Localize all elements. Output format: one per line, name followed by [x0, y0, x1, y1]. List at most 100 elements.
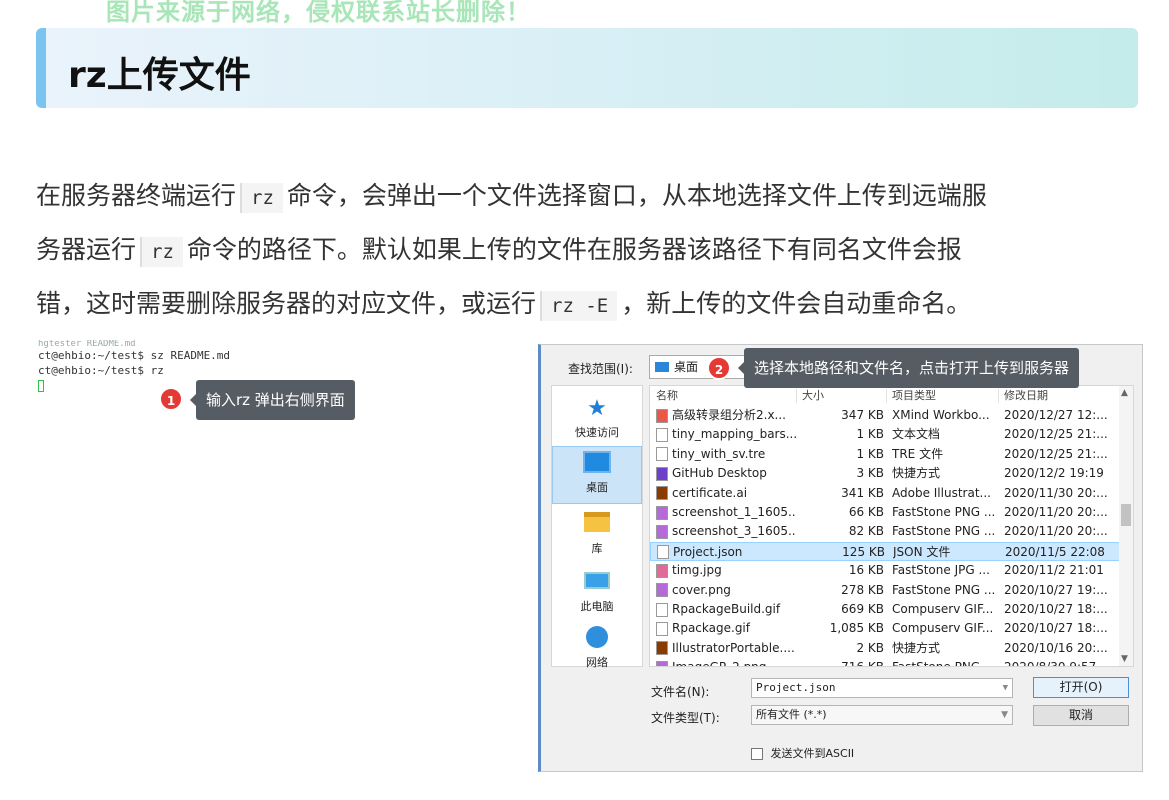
network-icon: [583, 626, 611, 652]
file-name-text: 高级转录组分析2.x...: [672, 408, 786, 422]
file-name: GitHub Desktop: [656, 464, 796, 483]
file-row[interactable]: tiny_with_sv.tre 1 KB TRE 文件 2020/12/25 21:…: [650, 445, 1120, 464]
file-name: Project.json: [657, 543, 797, 562]
place-network[interactable]: 网络: [552, 622, 642, 674]
file-row[interactable]: IllustratorPortable.... 2 KB 快捷方式 2020/10/1…: [650, 639, 1120, 658]
file-row[interactable]: RpackageBuild.gif 669 KB Compuserv GIF... 2…: [650, 600, 1120, 619]
look-in-label: 查找范围(I):: [568, 362, 633, 376]
file-row[interactable]: Rpackage.gif 1,085 KB Compuserv GIF... 2020…: [650, 619, 1120, 638]
file-name: RpackageBuild.gif: [656, 600, 796, 619]
step-badge-2: 2: [707, 356, 731, 380]
file-name: timg.jpg: [656, 561, 796, 580]
place-quick-access[interactable]: ★ 快速访问: [552, 392, 642, 444]
file-name-text: GitHub Desktop: [672, 466, 767, 481]
paragraph-line-1: 在服务器终端运行 rz 命令，会弹出一个文件选择窗口，从本地选择文件上传到远端服: [36, 170, 1148, 224]
place-label: 网络: [586, 656, 608, 669]
file-open-dialog: 查找范围(I): 桌面 ★ 快速访问 桌面 库 此电脑 网络 名称 大小 项目类…: [538, 344, 1143, 772]
file-name-text: screenshot_1_1605...: [672, 505, 796, 519]
file-row[interactable]: tiny_mapping_bars... 1 KB 文本文档 2020/12/25 2…: [650, 425, 1120, 444]
file-name: ImageGP_2.png: [656, 658, 796, 666]
file-size: 1,085 KB: [829, 621, 884, 636]
watermark-text: 图片来源于网络，侵权联系站长删除！: [106, 0, 531, 26]
file-row[interactable]: cover.png 278 KB FastStone PNG ... 2020/10/…: [650, 581, 1120, 600]
file-size: 278 KB: [841, 582, 884, 597]
desktop-icon: [655, 362, 669, 372]
terminal-line: hgtester README.md: [38, 340, 136, 348]
file-date: 2020/10/27 18:...: [1004, 621, 1108, 636]
computer-icon: [583, 570, 611, 596]
file-name-label: 文件名(N):: [651, 685, 710, 699]
file-row[interactable]: ImageGP_2.png 716 KB FastStone PNG 2020/8/3…: [650, 658, 1120, 666]
chevron-down-icon[interactable]: ▼: [1003, 679, 1008, 697]
chevron-down-icon[interactable]: ▼: [1001, 706, 1008, 724]
file-type: JSON 文件: [893, 544, 951, 559]
file-type: FastStone PNG ...: [892, 524, 996, 539]
scroll-down-icon[interactable]: ▼: [1121, 654, 1128, 664]
section-title: rz上传文件: [68, 55, 251, 96]
file-list-scrollbar[interactable]: ▲ ▼: [1119, 386, 1133, 666]
file-icon: [656, 427, 668, 442]
terminal-line: ct@ehbio:~/test$ sz README.md: [38, 349, 231, 362]
place-library[interactable]: 库: [552, 508, 642, 560]
file-type: FastStone PNG ...: [892, 505, 996, 519]
file-date: 2020/12/25 21:...: [1004, 427, 1108, 442]
file-row[interactable]: screenshot_3_1605... 82 KB FastStone PNG .…: [650, 522, 1120, 541]
place-desktop[interactable]: 桌面: [552, 446, 642, 504]
file-row[interactable]: timg.jpg 16 KB FastStone JPG ... 2020/11/2 …: [650, 561, 1120, 580]
file-row[interactable]: screenshot_1_1605... 66 KB FastStone PNG .…: [650, 503, 1120, 522]
file-type: FastStone PNG ...: [892, 582, 996, 597]
file-name-text: IllustratorPortable....: [672, 640, 795, 655]
file-icon: [656, 583, 668, 598]
file-icon: [656, 660, 668, 666]
file-row[interactable]: 高级转录组分析2.x... 347 KB XMind Workbo... 2020/1…: [650, 406, 1120, 425]
file-size: 125 KB: [842, 544, 885, 559]
file-date: 2020/11/5 22:08: [1005, 544, 1105, 559]
step-tip-2: 选择本地路径和文件名，点击打开上传到服务器: [737, 348, 1080, 388]
file-row[interactable]: Project.json 125 KB JSON 文件 2020/11/5 22:08: [650, 541, 1120, 562]
file-name-text: certificate.ai: [672, 485, 748, 500]
file-size: 669 KB: [841, 602, 884, 616]
column-header-type[interactable]: 项目类型: [892, 386, 936, 406]
column-header-size[interactable]: 大小: [802, 386, 890, 406]
file-name-value: Project.json: [756, 681, 836, 694]
file-name-input[interactable]: Project.json ▼: [751, 678, 1013, 698]
step-tip-1: 输入rz 弹出右侧界面: [190, 380, 355, 420]
file-name-text: Rpackage.gif: [672, 621, 750, 636]
file-list-header: 名称 大小 项目类型 修改日期: [650, 386, 1133, 406]
file-date: 2020/11/30 20:...: [1004, 485, 1108, 500]
paragraph-line-3: 错，这时需要删除服务器的对应文件，或运行 rz -E ，新上传的文件会自动重命名。: [36, 278, 1148, 332]
inline-code: rz -E: [540, 291, 618, 321]
text-span: 命令，会弹出一个文件选择窗口，从本地选择文件上传到远端服: [286, 181, 987, 210]
file-size: 1 KB: [856, 427, 884, 442]
file-size: 66 KB: [848, 505, 884, 519]
open-button[interactable]: 打开(O): [1033, 677, 1129, 698]
file-name: IllustratorPortable....: [656, 639, 796, 658]
file-date: 2020/11/2 21:01: [1004, 563, 1104, 578]
file-name-text: Project.json: [673, 544, 743, 559]
scroll-up-icon[interactable]: ▲: [1121, 388, 1128, 398]
place-this-pc[interactable]: 此电脑: [552, 566, 642, 618]
file-icon: [656, 524, 668, 539]
terminal-line: ct@ehbio:~/test$ rz: [38, 364, 164, 377]
section-title-bar: rz上传文件: [36, 28, 1138, 108]
file-date: 2020/10/27 19:...: [1004, 582, 1108, 597]
file-size: 347 KB: [841, 408, 884, 422]
scrollbar-thumb[interactable]: [1121, 504, 1131, 526]
file-icon: [656, 641, 668, 656]
column-header-date[interactable]: 修改日期: [1004, 386, 1048, 406]
star-icon: ★: [587, 396, 607, 421]
file-type-select[interactable]: 所有文件 (*.*) ▼: [751, 705, 1013, 725]
cancel-button[interactable]: 取消: [1033, 705, 1129, 726]
file-icon: [657, 545, 669, 560]
text-span: 错，这时需要删除服务器的对应文件，或运行: [36, 289, 537, 318]
ascii-checkbox[interactable]: [751, 748, 763, 760]
file-row[interactable]: certificate.ai 341 KB Adobe Illustrat... 20…: [650, 484, 1120, 503]
ascii-option[interactable]: 发送文件到ASCII: [751, 745, 854, 761]
file-date: 2020/10/16 20:...: [1004, 640, 1108, 655]
file-name-text: ImageGP_2.png: [672, 660, 766, 666]
file-row[interactable]: GitHub Desktop 3 KB 快捷方式 2020/12/2 19:19: [650, 464, 1120, 483]
place-label: 快速访问: [575, 426, 619, 439]
column-header-name[interactable]: 名称: [656, 386, 678, 406]
file-size: 3 KB: [856, 466, 884, 481]
file-name: screenshot_1_1605...: [656, 503, 796, 522]
